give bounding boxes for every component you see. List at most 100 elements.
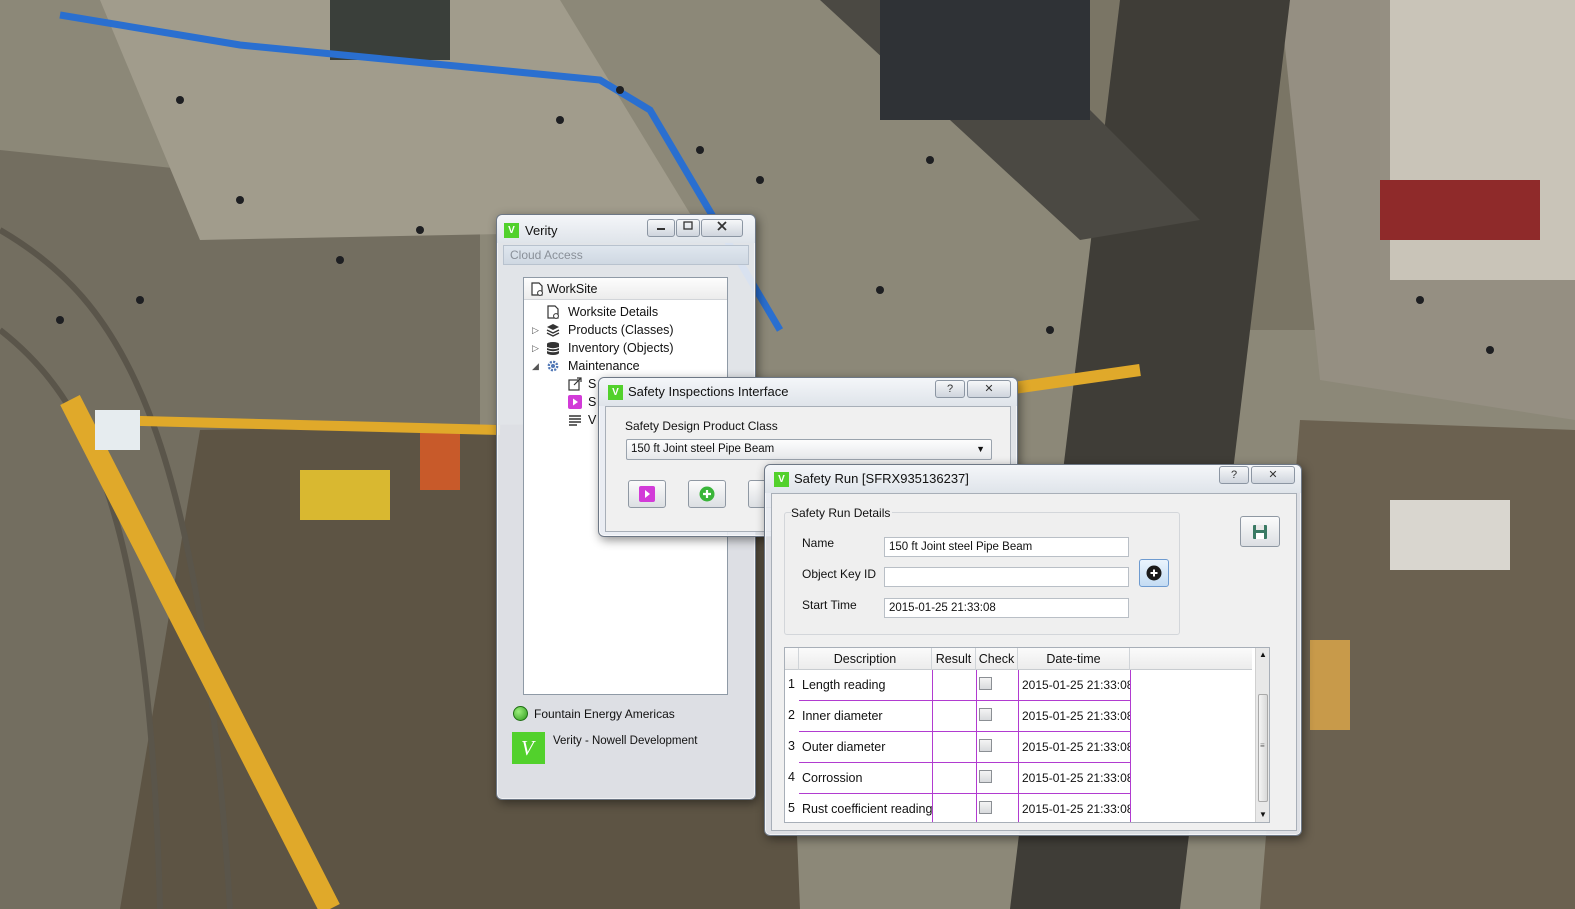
check-cell[interactable] [977,701,1019,732]
help-button[interactable]: ? [1219,466,1249,484]
collapse-arrow-icon[interactable]: ◢ [532,361,540,372]
result-cell[interactable] [933,701,977,732]
document-icon [531,282,543,296]
save-icon [1253,525,1267,539]
check-checkbox[interactable] [979,708,992,721]
scrollbar-thumb[interactable]: ≡ [1258,694,1268,802]
inspections-window-title: Safety Inspections Interface [628,384,789,399]
close-icon [717,221,727,231]
check-cell[interactable] [977,670,1019,701]
result-cell[interactable] [933,763,977,794]
start-time-field[interactable]: 2015-01-25 21:33:08 [884,598,1129,618]
list-icon [569,415,581,426]
column-header-filler [1130,648,1252,670]
safety-run-client-area: Safety Run Details Name 150 ft Joint ste… [771,493,1297,831]
run-inspection-button[interactable] [628,480,666,508]
tree-item-label: Worksite Details [568,305,659,319]
verity-window-title: Verity [525,223,558,238]
result-cell[interactable] [933,732,977,763]
tree-item-label: Inventory (Objects) [568,341,674,355]
play-icon [639,486,655,502]
close-button[interactable]: ✕ [1251,466,1295,484]
tree-item-label: V [588,413,597,427]
check-cell[interactable] [977,732,1019,763]
datetime-cell[interactable]: 2015-01-25 21:33:08 [1019,670,1131,701]
safety-run-details-label: Safety Run Details [791,506,893,520]
description-cell[interactable]: Rust coefficient reading [799,794,933,822]
safety-run-window-title: Safety Run [SFRX935136237] [794,471,969,486]
safety-run-titlebar[interactable]: V Safety Run [SFRX935136237] ? ✕ [765,465,1301,493]
add-inspection-button[interactable] [688,480,726,508]
start-time-label: Start Time [802,598,857,612]
tree-item-label: S [588,377,597,391]
row-number: 2 [788,708,795,722]
scroll-up-icon[interactable]: ▲ [1259,650,1267,659]
description-cell[interactable]: Length reading [799,670,933,701]
check-checkbox[interactable] [979,801,992,814]
cloud-access-label: Cloud Access [510,248,583,262]
product-class-dropdown[interactable]: 150 ft Joint steel Pipe Beam ▼ [626,439,992,460]
help-button[interactable]: ? [935,380,965,398]
verity-logo: V [512,732,545,764]
check-checkbox[interactable] [979,770,992,783]
inspections-titlebar[interactable]: V Safety Inspections Interface ? ✕ [599,378,1017,406]
footer-label: Verity - Nowell Development [553,735,698,747]
verity-logo-letter: V [521,736,534,760]
layers-icon [546,324,560,337]
description-cell[interactable]: Corrossion [799,763,933,794]
column-header-check[interactable]: Check [976,648,1018,670]
close-button[interactable] [701,219,743,237]
tree-root-label: WorkSite [547,282,598,296]
product-class-label: Safety Design Product Class [625,419,778,433]
result-cell[interactable] [933,670,977,701]
datetime-cell[interactable]: 2015-01-25 21:33:08 [1019,763,1131,794]
scroll-down-icon[interactable]: ▼ [1259,810,1267,819]
check-cell[interactable] [977,763,1019,794]
close-icon: ✕ [984,383,994,395]
row-number: 1 [788,677,795,691]
description-cell[interactable]: Inner diameter [799,701,933,732]
maximize-button[interactable] [676,219,700,237]
expand-arrow-icon[interactable]: ▷ [532,343,540,354]
check-checkbox[interactable] [979,677,992,690]
description-cell[interactable]: Outer diameter [799,732,933,763]
check-checkbox[interactable] [979,739,992,752]
name-field[interactable]: 150 ft Joint steel Pipe Beam [884,537,1129,557]
column-header-result[interactable]: Result [932,648,976,670]
maximize-icon [683,221,693,230]
datetime-cell[interactable]: 2015-01-25 21:33:08 [1019,794,1131,822]
datetime-cell[interactable]: 2015-01-25 21:33:08 [1019,732,1131,763]
table-row[interactable]: 2 Inner diameter 2015-01-25 21:33:08 [785,701,1255,732]
tree-item-label: S [588,395,597,409]
safety-run-app-icon: V [774,472,789,487]
minimize-button[interactable] [647,219,675,237]
result-cell[interactable] [933,794,977,822]
table-row[interactable]: 4 Corrossion 2015-01-25 21:33:08 [785,763,1255,794]
play-icon [568,395,582,409]
status-indicator [513,706,528,721]
save-button[interactable] [1240,516,1280,547]
close-icon: ✕ [1268,469,1278,481]
row-number: 4 [788,770,795,784]
database-icon [546,342,560,355]
datetime-cell[interactable]: 2015-01-25 21:33:08 [1019,701,1131,732]
table-row[interactable]: 5 Rust coefficient reading 2015-01-25 21… [785,794,1255,822]
add-icon [699,486,715,502]
expand-arrow-icon[interactable]: ▷ [532,325,540,336]
object-key-field[interactable] [884,567,1129,587]
column-header-datetime[interactable]: Date-time [1018,648,1130,670]
safety-run-table[interactable]: Description Result Check Date-time 1 Len… [784,647,1270,823]
cloud-access-menu[interactable]: Cloud Access [503,245,749,265]
table-vertical-scrollbar[interactable]: ▲ ≡ ▼ [1255,648,1269,822]
chevron-down-icon: ▼ [976,444,985,454]
help-icon: ? [946,383,954,395]
column-header-description[interactable]: Description [799,648,932,670]
table-row[interactable]: 1 Length reading 2015-01-25 21:33:08 [785,670,1255,701]
minimize-icon [657,228,665,230]
close-button[interactable]: ✕ [967,380,1011,398]
verity-titlebar[interactable]: V Verity [497,215,755,243]
object-key-label: Object Key ID [802,567,877,581]
check-cell[interactable] [977,794,1019,822]
table-row[interactable]: 3 Outer diameter 2015-01-25 21:33:08 [785,732,1255,763]
add-object-key-button[interactable] [1139,559,1169,587]
